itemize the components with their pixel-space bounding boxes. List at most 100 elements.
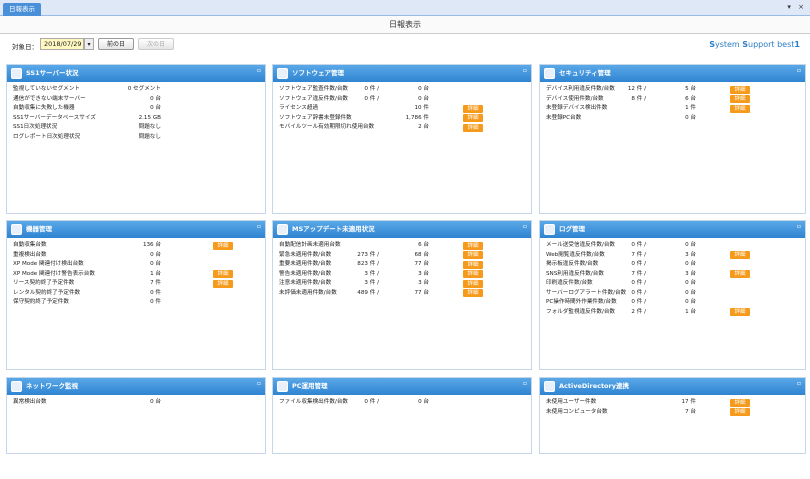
row-label: 保守契約終了予定件数 <box>13 299 69 305</box>
lock-icon <box>544 68 555 79</box>
panel-collapse-icon[interactable]: ▫ <box>257 218 261 235</box>
row-value: 3 件 / <box>364 280 379 286</box>
detail-button[interactable]: 詳細 <box>463 114 483 122</box>
row-value: 273 件 / <box>357 251 379 258</box>
detail-button[interactable]: 詳細 <box>463 289 483 297</box>
close-icon[interactable]: × <box>798 3 804 11</box>
panel-collapse-icon[interactable]: ▫ <box>257 62 261 79</box>
row-value: 0 件 / <box>364 86 379 92</box>
row-label: XP Mode 関連付け警告表示台数 <box>13 270 95 277</box>
detail-button[interactable]: 詳細 <box>463 251 483 259</box>
detail-button[interactable]: 詳細 <box>730 270 750 278</box>
list-item: 未評価未適用件数/台数 489 件 / 77 台 詳細 <box>279 289 525 299</box>
row-label: 重複検出台数 <box>13 251 47 258</box>
list-item: ソフトウェア辞書未登録件数 1,786 件 詳細 <box>279 114 525 124</box>
date-dropdown-icon[interactable]: ▾ <box>84 38 94 50</box>
detail-button[interactable]: 詳細 <box>730 95 750 103</box>
detail-button[interactable]: 詳細 <box>463 104 483 113</box>
detail-button[interactable]: 詳細 <box>463 241 483 250</box>
list-item: 自動収集台数 136 台 詳細 <box>13 241 259 251</box>
panel-title: セキュリティ管理 <box>559 69 611 77</box>
next-day-button[interactable]: 次の日 <box>138 38 174 50</box>
row-value: 489 件 / <box>357 289 379 296</box>
panel-rows: 監視していないセグメント 0 セグメント 通信ができない端末サーバー 0 台自動収集に… <box>7 82 265 145</box>
panel-title: ActiveDirectory連携 <box>559 382 629 390</box>
panel: ソフトウェア管理 ▫ ソフトウェア監査件数/台数 0 件 /0 台ソフトウェア違反件数… <box>272 64 532 214</box>
detail-button[interactable]: 詳細 <box>730 408 750 416</box>
row-count: 5 台 <box>685 86 696 92</box>
detail-button[interactable]: 詳細 <box>463 260 483 269</box>
list-item: ファイル収集検出件数/台数 0 件 / 0 台 <box>279 398 525 408</box>
pin-icon[interactable]: ▾ <box>787 3 791 11</box>
row-value: 0 件 / <box>631 242 646 248</box>
panel-collapse-icon[interactable]: ▫ <box>523 62 527 79</box>
list-item: ログレポート日次処理状況 問題なし <box>13 133 259 143</box>
tab-daily-report[interactable]: 日報表示 <box>3 3 41 16</box>
row-count: 1 件 <box>685 105 696 111</box>
panel-rows: デバイス利用違反件数/台数 12 件 /5 台詳細 デバイス使用件数/台数 8 件 /… <box>540 82 805 126</box>
row-value: 1 台 <box>150 270 161 277</box>
detail-button[interactable]: 詳細 <box>213 241 233 250</box>
list-item: 監視していないセグメント 0 セグメント <box>13 85 259 95</box>
panel: ログ管理 ▫ メール送受信違反件数/台数 0 件 / 0 台 Web閲覧違反件数/台数 7 … <box>539 220 806 370</box>
list-item: フォルダ監視違反件数/台数 2 件 / 1 台 詳細 <box>546 308 799 318</box>
row-label: 未使用ユーザー件数 <box>546 399 597 405</box>
panel-header: MSアップデート未適用状況 ▫ <box>273 221 531 238</box>
row-label: 未登録デバイス検出件数 <box>546 105 608 111</box>
list-item: 異常検出台数 0 台 <box>13 398 259 408</box>
detail-button[interactable]: 詳細 <box>463 123 483 132</box>
panel-collapse-icon[interactable]: ▫ <box>523 375 527 392</box>
row-value: 0 台 <box>150 261 161 267</box>
detail-button[interactable]: 詳細 <box>213 270 233 278</box>
detail-button[interactable]: 詳細 <box>730 398 750 407</box>
date-input[interactable]: 2018/07/29 <box>40 38 84 50</box>
row-value: 2 件 / <box>631 308 646 315</box>
detail-button[interactable]: 詳細 <box>730 104 750 113</box>
row-count: 0 台 <box>685 114 696 121</box>
row-count: 0 台 <box>685 261 696 267</box>
panel-rows: 異常検出台数 0 台 <box>7 395 265 411</box>
row-count: 3 台 <box>685 270 696 277</box>
row-value: 12 件 / <box>627 86 646 92</box>
row-label: デバイス利用違反件数/台数 <box>546 86 615 92</box>
row-label: 重要未適用件数/台数 <box>279 261 332 267</box>
row-label: 自動収集台数 <box>13 242 47 248</box>
panel-collapse-icon[interactable]: ▫ <box>797 218 801 235</box>
row-value: 0 件 / <box>631 289 646 296</box>
row-count: 17 件 <box>681 399 697 405</box>
panel-header: ネットワーク監視 ▫ <box>7 378 265 395</box>
detail-button[interactable]: 詳細 <box>730 85 750 94</box>
detail-button[interactable]: 詳細 <box>213 279 233 288</box>
list-item: XP Mode 関連付け検出台数 0 台 <box>13 260 259 270</box>
panel-header: ログ管理 ▫ <box>540 221 805 238</box>
row-label: 未使用コンピュータ台数 <box>546 408 608 415</box>
row-value: 0 件 <box>150 289 161 296</box>
disk-icon <box>11 68 22 79</box>
panel: SS1サーバー状況 ▫ 監視していないセグメント 0 セグメント 通信ができない端末サー… <box>6 64 266 214</box>
row-label: モバイルツール有効期限切れ使用台数 <box>279 124 375 130</box>
panel-collapse-icon[interactable]: ▫ <box>797 62 801 79</box>
row-value: 136 台 <box>142 242 161 248</box>
detail-button[interactable]: 詳細 <box>463 279 483 288</box>
row-count: 2 台 <box>418 124 429 130</box>
row-label: 緊急未適用件数/台数 <box>279 251 332 258</box>
panel-header: PC運用管理 ▫ <box>273 378 531 395</box>
row-count: 3 台 <box>418 280 429 286</box>
prev-day-button[interactable]: 前の日 <box>98 38 134 50</box>
panel-collapse-icon[interactable]: ▫ <box>257 375 261 392</box>
detail-button[interactable]: 詳細 <box>730 308 750 316</box>
row-value: 0 件 / <box>631 261 646 267</box>
pc-icon <box>277 381 288 392</box>
row-count: 1 台 <box>685 308 696 315</box>
panel-collapse-icon[interactable]: ▫ <box>797 375 801 392</box>
detail-button[interactable]: 詳細 <box>463 270 483 278</box>
list-item: デバイス利用違反件数/台数 12 件 / 5 台 詳細 <box>546 85 799 95</box>
row-label: 未登録PC台数 <box>546 114 582 121</box>
list-item: 保守契約終了予定件数 0 件 <box>13 298 259 308</box>
row-label: ソフトウェア監査件数/台数 <box>279 86 349 92</box>
detail-button[interactable]: 詳細 <box>730 251 750 259</box>
row-label: リース契約終了予定件数 <box>13 280 75 286</box>
list-item: メール送受信違反件数/台数 0 件 / 0 台 <box>546 241 799 251</box>
row-count: 0 台 <box>685 289 696 296</box>
panel-collapse-icon[interactable]: ▫ <box>523 218 527 235</box>
